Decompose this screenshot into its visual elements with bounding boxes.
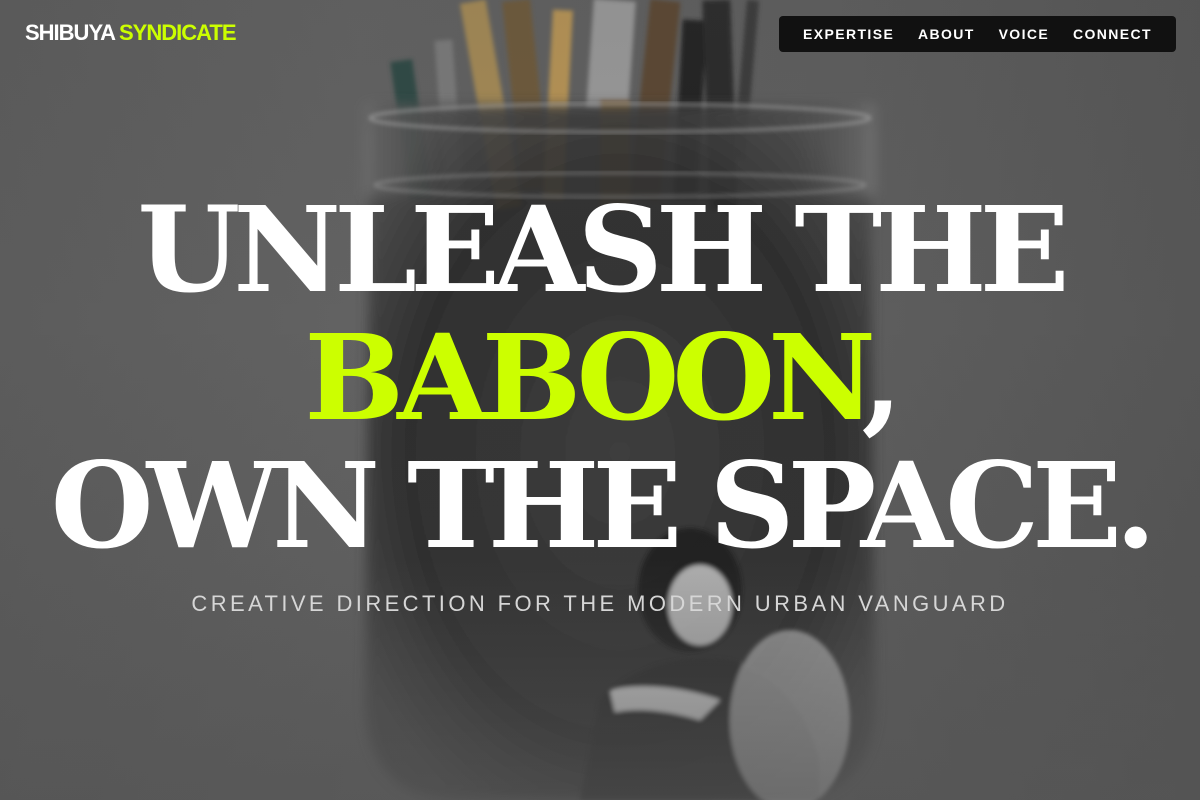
- hero-line-3: OWN THE SPACE.: [50, 436, 1156, 575]
- hero-tagline: CREATIVE DIRECTION FOR THE MODERN URBAN …: [191, 591, 1009, 616]
- main-nav: EXPERTISE ABOUT VOICE CONNECT: [779, 16, 1176, 52]
- hero-line-2: BABOON,: [0, 314, 1200, 442]
- nav-link-connect[interactable]: CONNECT: [1073, 26, 1152, 42]
- hero-line-1: UNLEASH THE: [137, 180, 1069, 319]
- hero-headline: UNLEASH THE BABOON, OWN THE SPACE.: [0, 186, 1200, 570]
- landing-page: SHIBUYA SYNDICATE EXPERTISE ABOUT VOICE C…: [0, 0, 1200, 800]
- logo-primary-text: SHIBUYA: [25, 20, 116, 45]
- hero-accent-word: BABOON: [304, 308, 868, 447]
- nav-link-about[interactable]: ABOUT: [918, 26, 975, 42]
- nav-link-voice[interactable]: VOICE: [999, 26, 1050, 42]
- nav-link-expertise[interactable]: EXPERTISE: [803, 26, 894, 42]
- hero-line-2-punctuation: ,: [861, 308, 903, 447]
- logo-accent-text: SYNDICATE: [119, 20, 236, 45]
- site-logo[interactable]: SHIBUYA SYNDICATE: [25, 20, 236, 46]
